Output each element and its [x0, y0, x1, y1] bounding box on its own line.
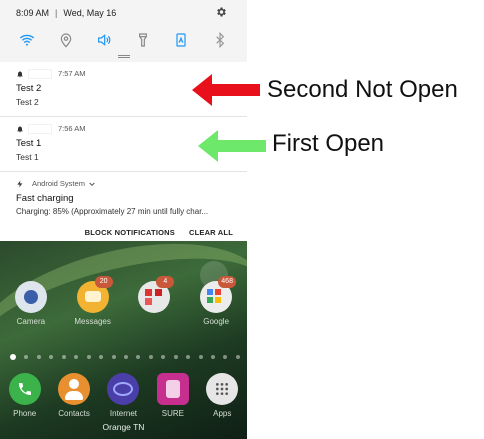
badge-count: 20 [94, 276, 113, 288]
notification-time: 7:56 AM [58, 124, 86, 133]
block-notifications-button[interactable]: BLOCK NOTIFICATIONS [85, 228, 175, 237]
app-contacts[interactable]: Contacts [52, 373, 96, 418]
app-label: Messages [74, 317, 111, 326]
app-sure[interactable]: SURE [151, 373, 195, 418]
page-dot[interactable] [148, 355, 153, 359]
app-label: Camera [16, 317, 46, 326]
page-dot[interactable] [198, 355, 203, 359]
app-camera[interactable]: Camera [9, 281, 53, 326]
bell-icon [17, 70, 23, 77]
app-apps[interactable]: Apps [200, 373, 244, 418]
app-messages[interactable]: 20 Messages [71, 276, 115, 326]
page-indicator [10, 354, 240, 360]
app-label: Internet [109, 409, 138, 418]
home-screen: Camera 20 Messages 4 468 Google Phone Co… [0, 241, 247, 439]
app-label: Apps [213, 409, 232, 418]
app-internet[interactable]: Internet [101, 373, 145, 418]
notification-header: Android System [16, 178, 231, 189]
phone-icon [8, 373, 41, 405]
notification-title: Fast charging [16, 193, 74, 204]
camera-icon [14, 281, 47, 313]
notification-fast-charging[interactable]: Android System Fast charging Charging: 8… [0, 172, 247, 224]
page-dot[interactable] [36, 355, 41, 359]
app-label: Google [203, 317, 230, 326]
badge-count: 4 [156, 276, 175, 288]
internet-icon [107, 373, 140, 405]
location-icon[interactable] [58, 32, 74, 48]
apps-grid-icon [206, 373, 239, 405]
status-date: Wed, May 16 [63, 8, 117, 18]
phone-screen: 8:09 AM | Wed, May 16 7:57 AM Test 2 Tes… [0, 0, 247, 439]
clear-all-button[interactable]: CLEAR ALL [189, 228, 233, 237]
chevron-down-icon[interactable] [88, 180, 96, 188]
drag-handle[interactable] [118, 55, 130, 58]
page-dot[interactable] [136, 355, 141, 359]
app-label: SURE [161, 409, 184, 418]
home-app-row: Camera 20 Messages 4 468 Google [0, 276, 247, 326]
red-arrow-left [192, 74, 260, 106]
notification-time: 7:57 AM [58, 69, 86, 78]
page-dot[interactable] [99, 355, 104, 359]
lightning-icon [17, 180, 23, 187]
app-label: Phone [13, 409, 37, 418]
page-dot[interactable] [186, 355, 191, 359]
page-dot[interactable] [235, 355, 240, 359]
app-name-redacted [28, 123, 52, 134]
status-bar: 8:09 AM | Wed, May 16 [0, 0, 247, 26]
status-time: 8:09 AM [16, 8, 50, 18]
flashlight-icon[interactable] [135, 32, 151, 48]
contacts-icon [58, 373, 91, 405]
page-dot[interactable] [61, 355, 66, 359]
app-label: Contacts [58, 409, 90, 418]
bell-icon [17, 125, 23, 132]
page-dot[interactable] [24, 355, 29, 359]
notification-text: Charging: 85% (Approximately 27 min unti… [16, 207, 209, 216]
home-dock: Phone Contacts Internet SURE Apps [0, 373, 247, 418]
app-phone[interactable]: Phone [3, 373, 47, 418]
app-name-redacted [28, 68, 52, 79]
status-separator: | [55, 8, 58, 18]
sure-icon [156, 373, 189, 405]
auto-rotate-icon[interactable] [173, 32, 189, 48]
annotation-first-open: First Open [272, 130, 385, 157]
bluetooth-icon[interactable] [212, 32, 228, 48]
notification-app: Android System [32, 179, 85, 188]
home-page-dot[interactable] [10, 354, 16, 360]
sound-icon[interactable] [96, 32, 112, 48]
page-dot[interactable] [123, 355, 128, 359]
app-folder[interactable]: 4 [132, 276, 176, 326]
carrier-name: Orange TN [102, 422, 145, 432]
wifi-icon[interactable] [19, 32, 35, 48]
green-arrow-left [198, 130, 266, 162]
annotation-second-not-open: Second Not Open [267, 76, 458, 103]
quick-settings [0, 26, 247, 54]
page-dot[interactable] [161, 355, 166, 359]
app-google[interactable]: 468 Google [194, 276, 238, 326]
badge-count: 468 [218, 276, 237, 288]
page-dot[interactable] [49, 355, 54, 359]
page-dot[interactable] [223, 355, 228, 359]
page-dot[interactable] [74, 355, 79, 359]
page-dot[interactable] [111, 355, 116, 359]
page-dot[interactable] [211, 355, 215, 359]
notification-actions: BLOCK NOTIFICATIONS CLEAR ALL [0, 223, 247, 241]
page-dot[interactable] [86, 355, 91, 359]
gear-icon[interactable] [215, 6, 227, 18]
page-dot[interactable] [173, 355, 178, 359]
